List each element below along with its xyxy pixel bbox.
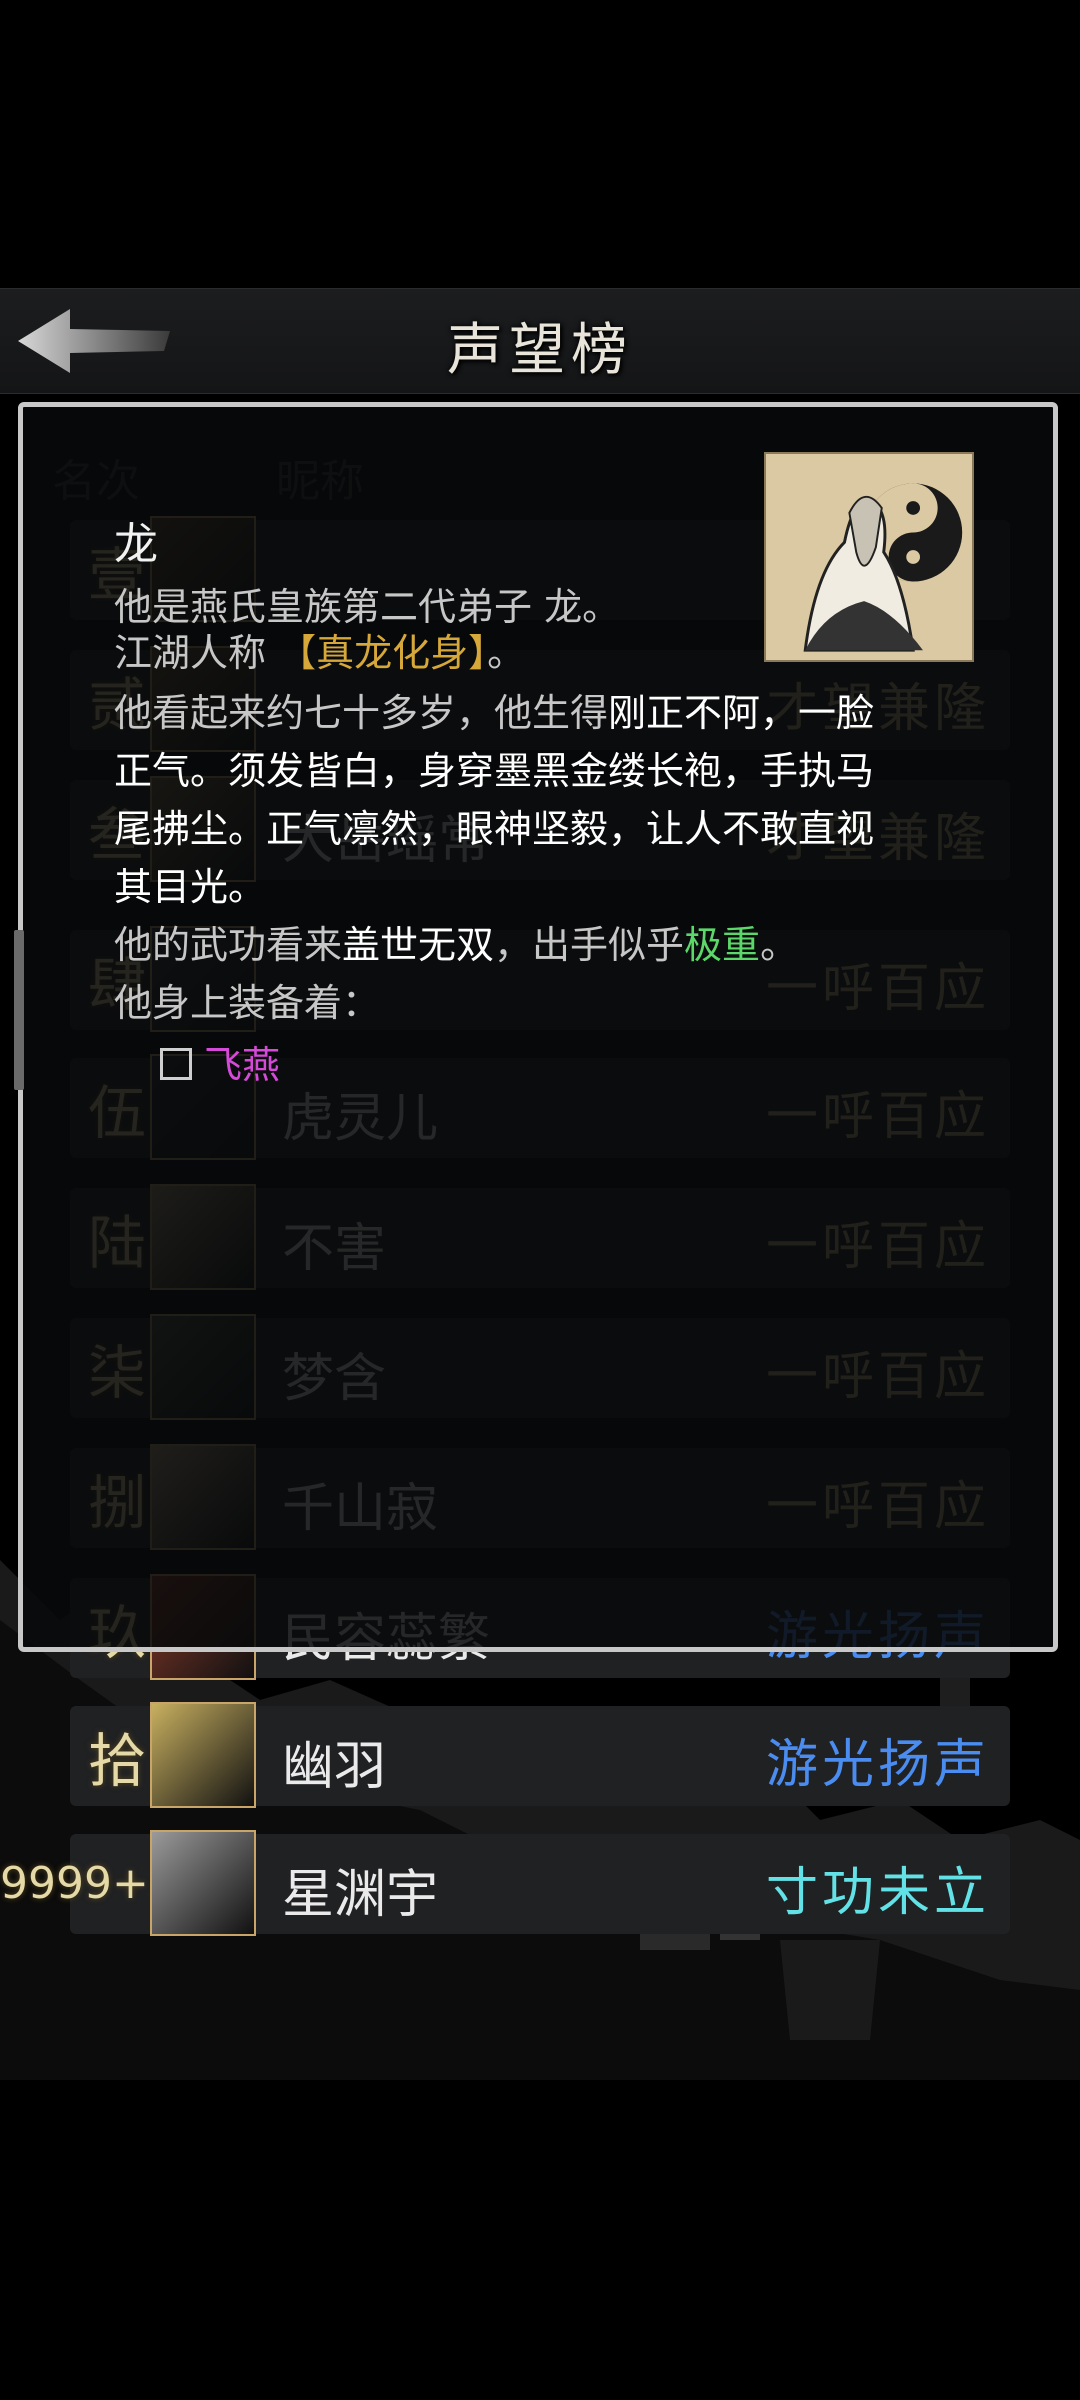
player-nickname: 幽羽 (282, 1737, 387, 1797)
nickname-title: 【真龙化身】 (278, 631, 488, 675)
appearance-line-2: 正气。须发皆白，身穿墨黑金缕长袍，手执马 (114, 749, 875, 793)
fame-title: 游光扬声 (765, 1735, 990, 1795)
appearance-line-1: 他看起来约七十多岁，他生得刚正不阿，一脸 (114, 684, 874, 742)
martial-line: 他的武功看来盖世无双，出手似乎极重。 (114, 916, 798, 974)
top-bar: 声望榜 (0, 288, 1080, 394)
nickname-prefix: 江湖人称 (114, 631, 279, 675)
rank-label: 拾 (88, 1727, 147, 1795)
side-handle[interactable] (14, 930, 24, 1090)
martial-a: 他的武功看来 (114, 923, 343, 967)
appearance-line-4: 其目光。 (114, 865, 267, 909)
nickname-line: 江湖人称 【真龙化身】。 (114, 624, 525, 682)
player-nickname: 星渊宇 (282, 1865, 439, 1925)
attack-weight: 极重 (684, 923, 761, 967)
appearance-b: 刚正不阿，一脸 (608, 691, 875, 735)
martial-level: 盖世无双 (342, 923, 495, 967)
checkbox-icon (160, 1048, 192, 1080)
avatar (150, 1702, 256, 1808)
character-portrait (764, 452, 974, 662)
equipment-item-label: 飞燕 (204, 1043, 281, 1087)
table-row[interactable]: 拾 幽羽 游光扬声 (70, 1702, 1010, 1808)
appearance-line-3: 尾拂尘。正气凛然，眼神坚毅，让人不敢直视 (114, 807, 875, 851)
appearance-a: 他看起来约七十多岁，他生得 (114, 691, 609, 735)
avatar (150, 1830, 256, 1936)
rank-label: 9999+ (0, 1858, 149, 1909)
page-title: 声望榜 (447, 318, 633, 383)
martial-c: ，出手似乎 (494, 923, 685, 967)
nickname-suffix: 。 (487, 631, 526, 675)
table-row[interactable]: 9999+ 星渊宇 寸功未立 (0, 1830, 1010, 1936)
equipment-item[interactable]: 飞燕 (160, 1034, 280, 1089)
equipment-heading: 他身上装备着： (114, 981, 381, 1025)
character-name: 龙 (114, 519, 158, 570)
martial-e: 。 (760, 923, 799, 967)
fame-title: 寸功未立 (765, 1863, 990, 1923)
